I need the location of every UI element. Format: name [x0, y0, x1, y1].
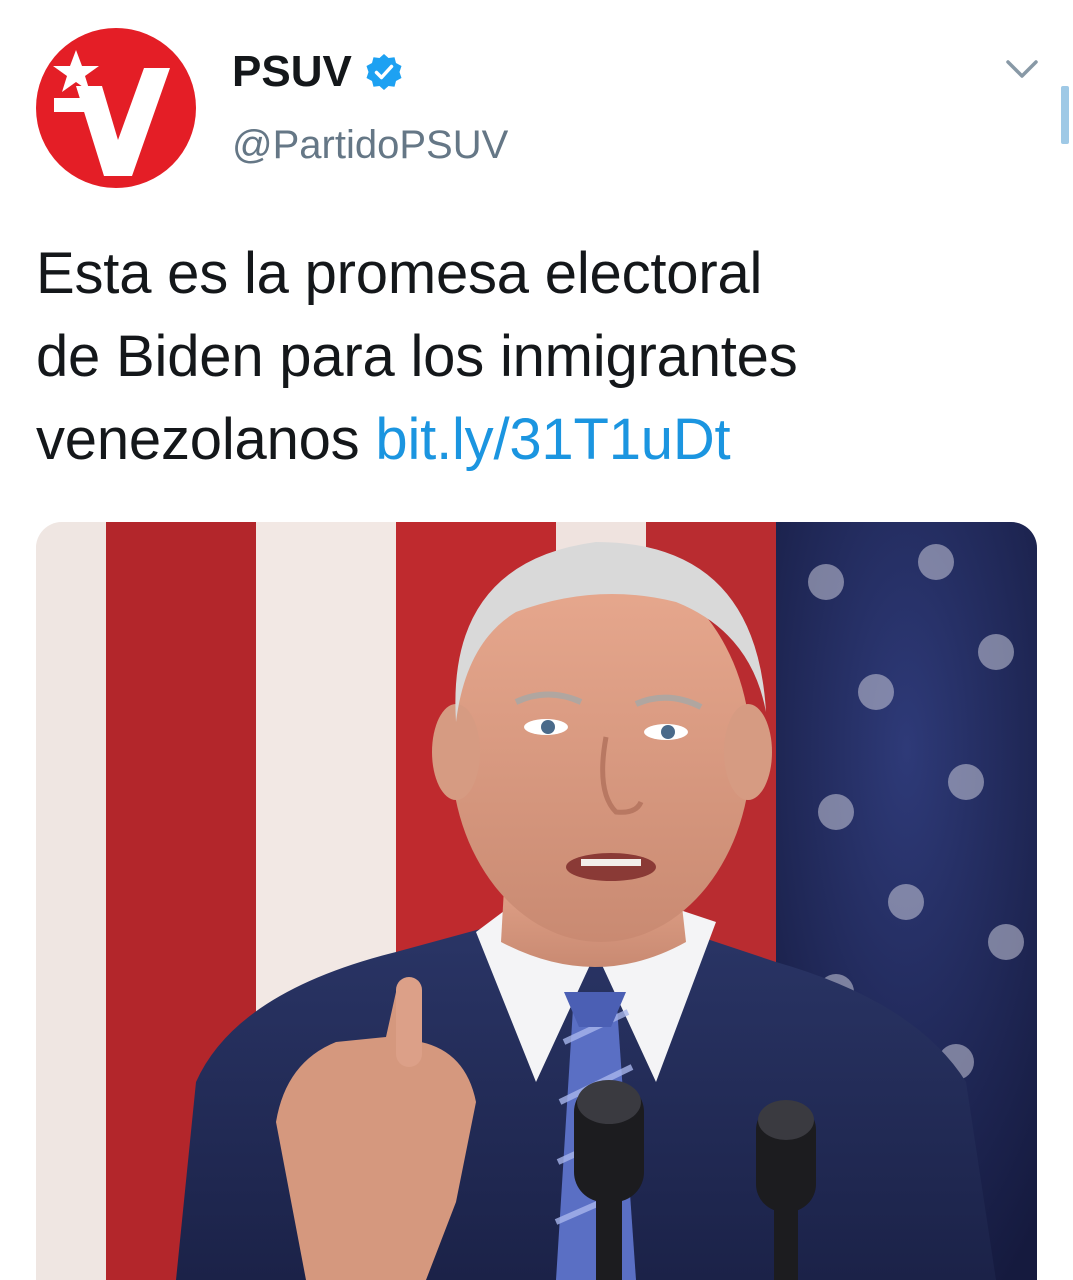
tweet-media-photo[interactable] — [36, 522, 1037, 1280]
author-handle[interactable]: @PartidoPSUV — [232, 118, 508, 172]
avatar[interactable] — [36, 28, 196, 188]
chevron-down-icon[interactable] — [1000, 52, 1044, 86]
tweet-card: PSUV @PartidoPSUV Esta es la promesa ele… — [0, 0, 1073, 1280]
tweet-text-segment: venezolanos — [36, 407, 360, 472]
tweet-text: Esta es la promesa electoral de Biden pa… — [36, 232, 1036, 481]
author-name-text: PSUV — [232, 47, 352, 96]
tweet-text-line: venezolanos bit.ly/31T1uDt — [36, 398, 1036, 481]
speaker-photo — [36, 522, 1037, 1280]
author-display-name[interactable]: PSUV — [232, 44, 404, 100]
psuv-logo-icon — [36, 28, 196, 188]
tweet-text-line: Esta es la promesa electoral — [36, 241, 763, 306]
tweet-text-line: de Biden para los inmigrantes — [36, 324, 798, 389]
tweet-link[interactable]: bit.ly/31T1uDt — [375, 407, 730, 472]
verified-badge-icon — [364, 52, 404, 92]
scroll-indicator — [1061, 86, 1069, 144]
